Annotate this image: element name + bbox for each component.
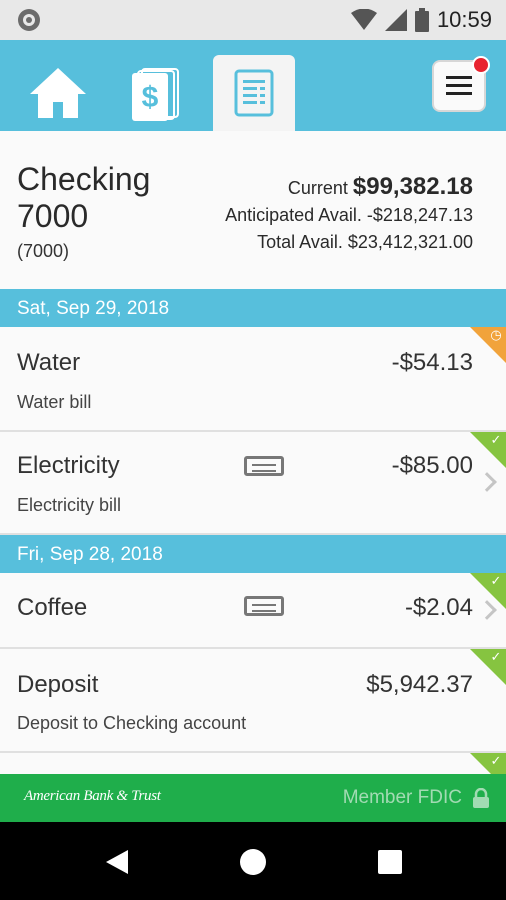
transaction-row[interactable]: Water -$54.13 Water bill ◷ <box>0 327 506 432</box>
menu-button[interactable] <box>432 56 490 112</box>
anticipated-balance-value: -$218,247.13 <box>366 205 473 225</box>
transaction-amount: -$2.04 <box>404 594 473 621</box>
transaction-name: Electricity <box>17 452 120 479</box>
anticipated-balance: Anticipated Avail. -$218,247.13 <box>225 205 473 226</box>
transaction-row[interactable]: Electricity -$85.00 Electricity bill ✓ <box>0 432 506 535</box>
top-nav: $ <box>0 40 506 131</box>
account-summary: Checking 7000 (7000) Current $99,382.18 … <box>0 131 506 289</box>
transaction-name: Deposit <box>17 671 99 698</box>
tab-home[interactable] <box>17 55 99 131</box>
footer-bar: American Bank & Trust Member FDIC <box>0 774 506 822</box>
check-icon: ✓ <box>490 753 502 768</box>
chevron-right-icon <box>477 472 497 492</box>
current-balance: Current $99,382.18 <box>288 173 473 201</box>
account-name: Checking 7000 <box>17 161 151 234</box>
tab-accounts[interactable] <box>213 55 295 131</box>
date-header: Fri, Sep 28, 2018 <box>0 535 506 573</box>
home-icon <box>30 68 86 118</box>
check-icon: ✓ <box>490 573 502 588</box>
status-icons: 10:59 <box>350 6 492 34</box>
total-balance: Total Avail. $23,412,321.00 <box>257 232 473 253</box>
fdic-label: Member FDIC <box>342 787 462 808</box>
transaction-description: Electricity bill <box>17 495 122 515</box>
signal-icon <box>384 9 407 31</box>
receipt-icon[interactable] <box>244 596 284 616</box>
transaction-amount: -$54.13 <box>391 349 473 376</box>
receipt-icon[interactable] <box>244 456 284 476</box>
notification-dot-icon <box>18 9 40 31</box>
wifi-icon <box>350 9 377 30</box>
transaction-name: Water <box>17 349 81 376</box>
total-balance-value: $23,412,321.00 <box>347 232 473 252</box>
transaction-row[interactable]: Deposit $5,942.37 Deposit to Checking ac… <box>0 649 506 753</box>
hamburger-icon <box>446 76 472 95</box>
home-nav-icon[interactable] <box>239 848 267 876</box>
bank-logo: American Bank & Trust <box>24 788 161 804</box>
transaction-description: Deposit to Checking account <box>17 713 247 733</box>
ledger-icon <box>234 69 274 117</box>
svg-text:$: $ <box>142 81 159 114</box>
account-number: (7000) <box>17 241 70 261</box>
current-balance-label: Current <box>287 178 348 198</box>
transaction-amount: $5,942.37 <box>366 671 473 698</box>
current-balance-value: $99,382.18 <box>352 173 473 200</box>
recents-icon[interactable] <box>377 849 403 875</box>
transaction-name: Coffee <box>17 594 88 621</box>
dollar-bills-icon: $ <box>132 68 179 121</box>
check-icon: ✓ <box>490 649 502 664</box>
status-time: 10:59 <box>436 7 492 32</box>
back-icon[interactable] <box>104 848 130 876</box>
anticipated-balance-label: Anticipated Avail. <box>225 205 362 225</box>
transaction-description: Water bill <box>17 392 92 412</box>
total-balance-label: Total Avail. <box>257 232 343 252</box>
system-nav-bar <box>0 822 506 900</box>
transaction-row[interactable]: Coffee -$2.04 ✓ <box>0 573 506 649</box>
status-bar: 10:59 <box>0 0 506 40</box>
notification-badge <box>472 56 490 74</box>
date-header: Sat, Sep 29, 2018 <box>0 289 506 327</box>
transaction-amount: -$85.00 <box>391 452 473 479</box>
tab-payments[interactable]: $ <box>115 55 197 131</box>
lock-icon <box>473 788 489 808</box>
clock-icon: ◷ <box>490 327 502 342</box>
battery-icon <box>414 8 429 32</box>
check-icon: ✓ <box>490 432 502 447</box>
